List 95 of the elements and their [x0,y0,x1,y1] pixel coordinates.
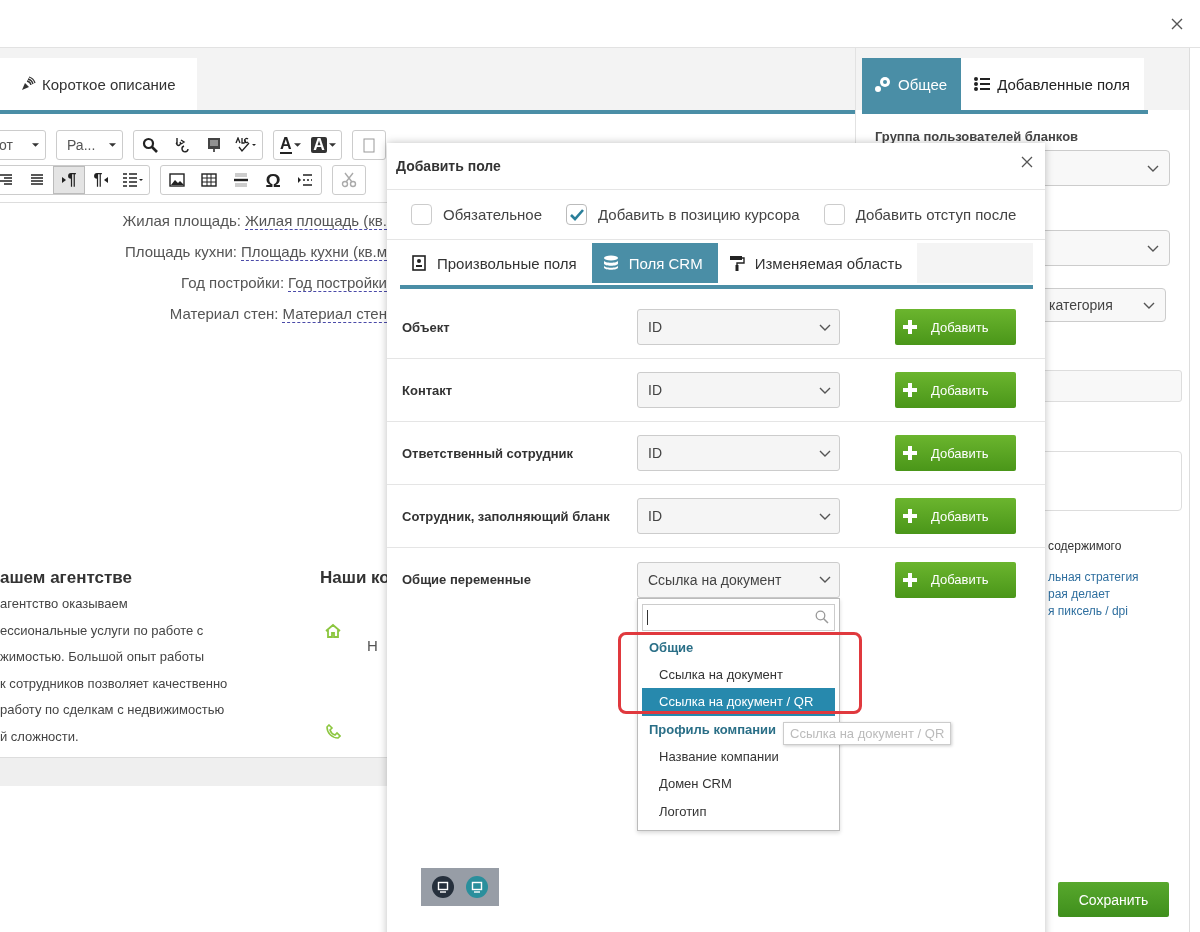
tab[interactable]: Короткое описание [0,58,197,110]
chevron-icon [819,512,831,520]
table-icon [201,172,217,188]
field-label: Ответственный сотрудник [402,445,575,461]
triangle-icon [104,177,109,183]
plus-icon [903,320,917,334]
chevron-icon [819,449,831,457]
caret-icon [109,143,117,147]
section-heading: ашем агентстве [0,567,133,589]
field-label: Объект [402,319,451,335]
scissors-icon [341,172,357,188]
text-color-button[interactable]: A [274,131,307,159]
justify-icon [29,172,45,188]
pen-icon [20,76,36,92]
search-icon [815,610,829,624]
monitor-glyph-icon [471,881,483,893]
checkbox-label: Обязательное [443,206,543,223]
chevron-icon [819,386,831,394]
align-right-icon [0,172,13,188]
help-text: льная стратегия рая делает я пиксель / dpi [1048,569,1140,620]
select-field[interactable]: ID [637,309,840,345]
text-bg-button[interactable]: A [306,131,341,159]
chevron-icon [819,323,831,331]
checkbox-label: Добавить в позицию курсора [598,206,800,223]
glyph-button[interactable]: Ω [257,166,289,194]
dropdown-option[interactable]: Ссылка на документ / QR [642,688,835,716]
select-field[interactable]: ID [637,372,840,408]
plus-icon [903,446,917,460]
search-icon [142,137,159,153]
rtl-button[interactable]: ¶ [85,166,117,194]
caret-icon [32,143,39,147]
about-paragraph: агентство оказываем ессиональные услуги по работе с жимостью. Большой опыт работы к сотрудников позволяет качественно работу по сделкам с недвижимостью й сложности. [0,595,229,746]
search-field[interactable] [642,603,835,631]
document-icon [206,137,223,153]
page-break-icon [297,172,313,188]
select-field[interactable]: Ссылка на документ [637,561,840,598]
save-button[interactable]: Сохранить [1058,882,1169,917]
dropdown-option[interactable]: Логотип [642,797,835,825]
field-label: Группа пользователей бланков [875,128,1080,146]
caret-icon [293,143,301,147]
list-icon [973,75,992,93]
home-icon [325,623,341,639]
option-label: содержимого [1048,538,1123,554]
view-button[interactable] [432,876,454,898]
monitor-glyph-icon [437,881,449,893]
database-icon [602,255,619,271]
list-icon [122,172,144,188]
tab[interactable]: Добавленные поля [961,58,1144,110]
paint-roller-icon [728,255,745,271]
image-icon [169,172,185,188]
dropdown-option[interactable]: Название компании [642,742,835,770]
checkmark-icon [569,208,584,221]
field-label: Жилая площадь: [122,212,241,229]
field-label: Площадь кухни: [124,243,237,260]
chevron-icon [1147,244,1159,252]
field-label: Сотрудник, заполняющий бланк [402,508,611,524]
font-select[interactable]: от [0,131,45,159]
plus-icon [903,383,917,397]
tab[interactable]: Общее [862,58,962,110]
field-label: Материал стен: [169,305,279,322]
horizontal-line-icon [233,172,249,188]
page-icon [360,137,377,153]
chevron-icon [1147,164,1159,172]
phone-icon [325,724,341,740]
field-label: Контакт [402,382,454,398]
field-label: Год постройки: [181,274,285,291]
tab[interactable]: Поля CRM [591,243,718,283]
checkbox[interactable] [823,204,845,225]
font-select[interactable]: Ра... [57,131,123,159]
select-field[interactable]: ID [637,435,840,471]
triangle-icon [61,177,66,183]
checkbox[interactable] [566,204,588,225]
field-label: Общие переменные [402,572,532,587]
group-label: Общие [649,638,694,657]
group-label: Профиль компании [649,720,777,739]
checkbox[interactable] [411,204,432,225]
dialog-title: Добавить поле [396,158,501,174]
dropdown-option[interactable]: Ссылка на документ [642,660,835,688]
dropdown-option[interactable]: Домен CRM [642,770,835,798]
close-icon[interactable] [1021,156,1033,168]
contact-card-icon [411,255,427,271]
plus-icon [903,572,917,587]
plus-icon [903,509,917,523]
replace-icon [174,137,191,153]
spellcheck-icon [235,137,258,153]
contact-text: Н [367,637,378,654]
caret-icon [328,143,336,147]
tooltip: Ссылка на документ / QR [783,722,952,745]
select-field[interactable]: ID [637,498,840,534]
gears-icon [874,75,892,93]
close-icon[interactable] [1171,17,1183,30]
checkbox-label: Добавить отступ после [855,206,1017,223]
ltr-button[interactable]: ¶ [53,166,85,194]
chevron-icon [819,576,831,583]
chevron-icon [1143,301,1155,309]
